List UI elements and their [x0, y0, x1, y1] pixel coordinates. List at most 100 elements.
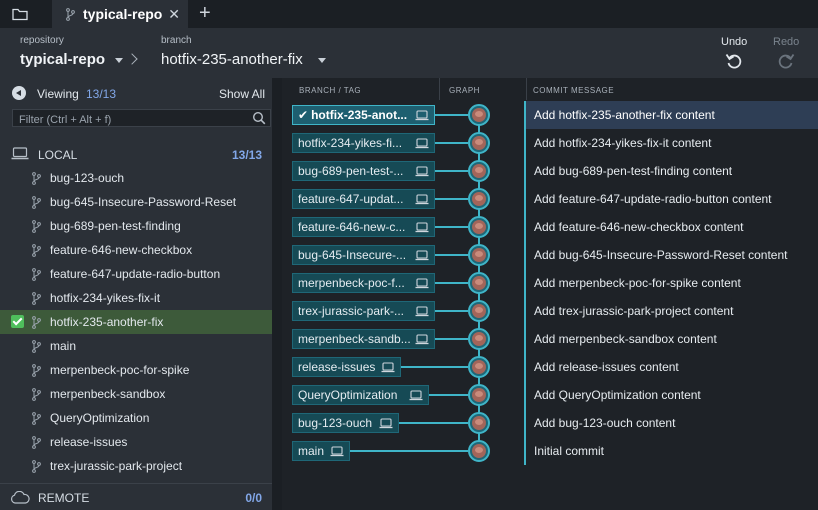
local-label: LOCAL [38, 148, 78, 162]
branch-selector[interactable]: hotfix-235-another-fix [161, 51, 303, 68]
redo-icon[interactable] [777, 52, 795, 70]
sidebar-item-branch[interactable]: main [0, 334, 272, 358]
commit-row[interactable]: ✔ hotfix-235-anot... Add hotfix-235-anothe… [282, 101, 818, 129]
tab-repo[interactable]: typical-repo ✕ [52, 0, 188, 28]
branch-icon [32, 340, 41, 353]
commit-row[interactable]: QueryOptimization Add QueryOptimization c… [282, 381, 818, 409]
branch-ref-label[interactable]: release-issues [292, 357, 401, 377]
avatar-icon[interactable] [468, 272, 490, 294]
commit-row[interactable]: hotfix-234-yikes-fi... Add hotfix-234-yik… [282, 129, 818, 157]
branch-ref-label[interactable]: merpenbeck-sandb... [292, 329, 435, 349]
app-window: typical-repo ✕ + repository typical-repo… [0, 0, 818, 510]
commit-row[interactable]: bug-123-ouch Add bug-123-ouch content [282, 409, 818, 437]
sidebar-item-branch[interactable]: hotfix-234-yikes-fix-it [0, 286, 272, 310]
undo-icon[interactable] [725, 52, 743, 70]
branch-ref-label[interactable]: feature-647-updat... [292, 189, 435, 209]
branch-ref-label[interactable]: ✔ hotfix-235-anot... [292, 105, 435, 125]
commit-row[interactable]: main Initial commit [282, 437, 818, 465]
branch-icon [32, 268, 41, 281]
avatar-icon[interactable] [468, 132, 490, 154]
sidebar-item-branch[interactable]: QueryOptimization [0, 406, 272, 430]
branch-ref-label[interactable]: merpenbeck-poc-f... [292, 273, 435, 293]
open-repo-button[interactable] [0, 0, 40, 28]
checkmark-icon [11, 315, 24, 328]
commit-row[interactable]: bug-645-Insecure-... Add bug-645-Insecure… [282, 241, 818, 269]
ref-name: release-issues [298, 360, 376, 374]
commit-row[interactable]: trex-jurassic-park-... Add trex-jurassic-… [282, 297, 818, 325]
branch-icon [32, 436, 41, 449]
commit-row[interactable]: feature-646-new-c... Add feature-646-new-… [282, 213, 818, 241]
avatar-icon[interactable] [468, 356, 490, 378]
branch-icon [32, 244, 41, 257]
branch-name: merpenbeck-poc-for-spike [50, 363, 190, 377]
branch-ref-label[interactable]: feature-646-new-c... [292, 217, 435, 237]
branch-ref-label[interactable]: bug-689-pen-test-... [292, 161, 435, 181]
show-all-button[interactable]: Show All [219, 87, 265, 101]
laptop-icon [415, 138, 429, 149]
cloud-icon [11, 491, 30, 504]
avatar-icon[interactable] [468, 244, 490, 266]
commit-row[interactable]: bug-689-pen-test-... Add bug-689-pen-test… [282, 157, 818, 185]
branch-ref-label[interactable]: main [292, 441, 350, 461]
sidebar-item-branch[interactable]: bug-123-ouch [0, 166, 272, 190]
graph-connector [435, 310, 468, 312]
branch-icon [32, 172, 41, 185]
repository-selector[interactable]: typical-repo [20, 51, 105, 68]
commit-row[interactable]: merpenbeck-sandb... Add merpenbeck-sandbo… [282, 325, 818, 353]
local-section-header[interactable]: LOCAL 13/13 [0, 141, 272, 167]
back-arrow-icon[interactable] [12, 86, 26, 100]
sidebar-item-branch[interactable]: merpenbeck-poc-for-spike [0, 358, 272, 382]
avatar-icon[interactable] [468, 104, 490, 126]
viewing-label: Viewing [37, 87, 79, 101]
chevron-down-icon[interactable] [115, 58, 123, 63]
sidebar-item-branch[interactable]: bug-689-pen-test-finding [0, 214, 272, 238]
remote-section-header[interactable]: REMOTE 0/0 [0, 483, 272, 510]
column-divider[interactable] [526, 78, 527, 100]
avatar-icon[interactable] [468, 412, 490, 434]
sidebar-item-branch[interactable]: release-issues [0, 430, 272, 454]
filter-input[interactable] [13, 112, 243, 128]
commit-row[interactable]: release-issues Add release-issues content [282, 353, 818, 381]
commit-message: Add bug-689-pen-test-finding content [534, 164, 733, 178]
branch-ref-label[interactable]: bug-123-ouch [292, 413, 399, 433]
sidebar-item-branch[interactable]: hotfix-235-another-fix [0, 310, 272, 334]
branch-ref-label[interactable]: hotfix-234-yikes-fi... [292, 133, 435, 153]
sidebar-item-branch[interactable]: feature-646-new-checkbox [0, 238, 272, 262]
local-branch-list: bug-123-ouch bug-645-Insecure-Password-Re… [0, 166, 272, 478]
laptop-icon [415, 222, 429, 233]
commit-message: Add hotfix-235-another-fix content [534, 108, 715, 122]
avatar-icon[interactable] [468, 384, 490, 406]
avatar-icon[interactable] [468, 300, 490, 322]
graph-connector [435, 282, 468, 284]
panel-divider[interactable] [272, 78, 282, 510]
commit-row[interactable]: merpenbeck-poc-f... Add merpenbeck-poc-fo… [282, 269, 818, 297]
avatar-icon[interactable] [468, 328, 490, 350]
search-icon[interactable] [252, 111, 266, 125]
column-divider[interactable] [439, 78, 440, 100]
branch-ref-label[interactable]: QueryOptimization [292, 385, 429, 405]
avatar-face [472, 332, 486, 346]
close-icon[interactable]: ✕ [168, 6, 180, 22]
graph-connector [435, 198, 468, 200]
branch-icon [32, 412, 41, 425]
sidebar-item-branch[interactable]: feature-647-update-radio-button [0, 262, 272, 286]
chevron-down-icon[interactable] [318, 58, 326, 63]
branch-ref-label[interactable]: trex-jurassic-park-... [292, 301, 435, 321]
branch-name: bug-689-pen-test-finding [50, 219, 181, 233]
plus-icon[interactable]: + [199, 3, 211, 23]
avatar-icon[interactable] [468, 440, 490, 462]
avatar-icon[interactable] [468, 216, 490, 238]
commit-message: Add QueryOptimization content [534, 388, 701, 402]
laptop-icon [11, 147, 29, 160]
branch-name: trex-jurassic-park-project [50, 459, 183, 473]
avatar-icon[interactable] [468, 160, 490, 182]
branch-ref-label[interactable]: bug-645-Insecure-... [292, 245, 435, 265]
sidebar-item-branch[interactable]: bug-645-Insecure-Password-Reset [0, 190, 272, 214]
sidebar-item-branch[interactable]: trex-jurassic-park-project [0, 454, 272, 478]
avatar-icon[interactable] [468, 188, 490, 210]
sidebar-item-branch[interactable]: merpenbeck-sandbox [0, 382, 272, 406]
tab-bar: typical-repo ✕ + [0, 0, 818, 28]
branch-name: QueryOptimization [50, 411, 150, 425]
repository-label: repository [20, 35, 64, 46]
commit-row[interactable]: feature-647-updat... Add feature-647-upda… [282, 185, 818, 213]
